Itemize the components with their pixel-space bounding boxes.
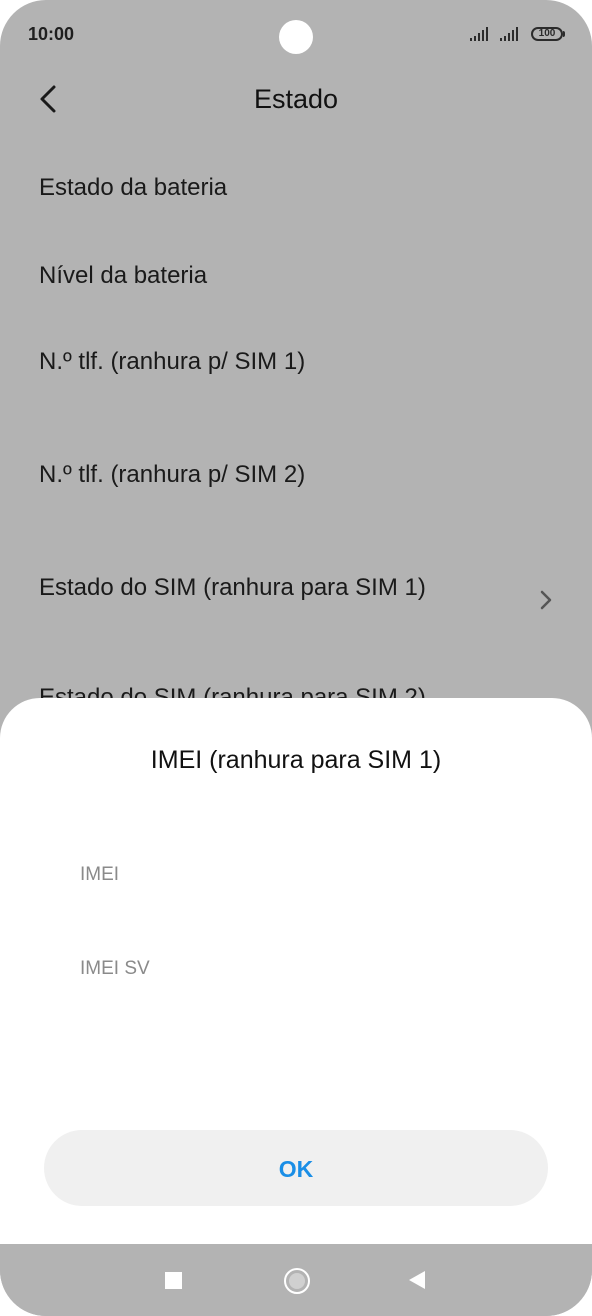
list-item-battery-status[interactable]: Estado da bateria: [39, 174, 227, 202]
imei-label: IMEI: [80, 864, 120, 885]
list-item-sim-status-1[interactable]: Estado do SIM (ranhura para SIM 1): [39, 574, 426, 602]
chevron-right-icon: [540, 590, 552, 610]
list-item-phone-sim1[interactable]: N.º tlf. (ranhura p/ SIM 1): [39, 348, 305, 376]
signal-icon: [470, 27, 488, 41]
home-icon[interactable]: [284, 1268, 310, 1294]
page-title: Estado: [253, 84, 339, 114]
recent-apps-icon[interactable]: [165, 1272, 182, 1289]
list-item-phone-sim2[interactable]: N.º tlf. (ranhura p/ SIM 2): [39, 461, 305, 489]
navigation-bar: [0, 1244, 592, 1316]
dialog-title: IMEI (ranhura para SIM 1): [150, 746, 442, 774]
status-bar: 10:00 100: [0, 0, 592, 70]
battery-icon: 100: [531, 27, 563, 41]
home-icon-inner: [289, 1273, 305, 1289]
imei-dialog: IMEI (ranhura para SIM 1) IMEI IMEI SV O…: [0, 698, 592, 1258]
status-time: 10:00: [28, 24, 75, 44]
ok-button[interactable]: OK: [44, 1130, 548, 1206]
imei-sv-label: IMEI SV: [80, 958, 150, 979]
signal-icon: [500, 27, 518, 41]
front-camera: [279, 20, 313, 54]
phone-screen: 10:00 100 Estado Estado da bateria Nível…: [0, 0, 592, 1316]
list-item-battery-level[interactable]: Nível da bateria: [39, 262, 207, 290]
back-triangle-icon[interactable]: [408, 1270, 426, 1290]
battery-tip: [563, 31, 565, 37]
